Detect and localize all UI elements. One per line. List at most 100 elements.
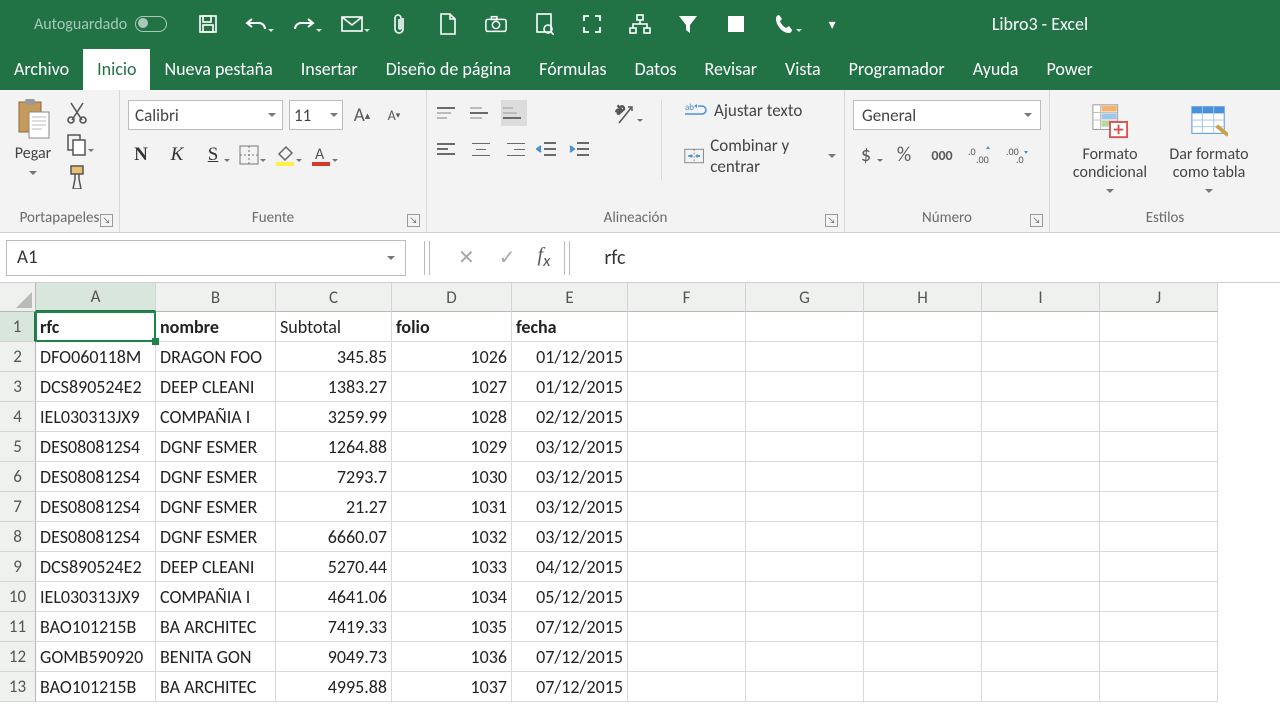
cell[interactable]: DCS890524E2 bbox=[36, 552, 156, 582]
decrease-decimal-icon[interactable]: .00.0 bbox=[1005, 142, 1031, 168]
cell[interactable]: 9049.73 bbox=[276, 642, 392, 672]
cell[interactable] bbox=[628, 582, 746, 612]
cell[interactable] bbox=[628, 432, 746, 462]
cell[interactable]: DES080812S4 bbox=[36, 522, 156, 552]
fill-handle[interactable] bbox=[152, 338, 159, 345]
cell[interactable]: DGNF ESMER bbox=[156, 432, 276, 462]
cell[interactable] bbox=[746, 372, 864, 402]
cut-icon[interactable] bbox=[64, 100, 90, 126]
cell[interactable] bbox=[864, 402, 982, 432]
format-as-table-button[interactable]: Dar formato como tabla bbox=[1162, 98, 1256, 199]
cell[interactable] bbox=[746, 432, 864, 462]
cell[interactable]: 4995.88 bbox=[276, 672, 392, 702]
fx-icon[interactable]: fx bbox=[538, 244, 551, 271]
cell[interactable] bbox=[982, 462, 1100, 492]
row-header[interactable]: 9 bbox=[0, 552, 36, 582]
cell[interactable]: DEEP CLEANI bbox=[156, 552, 276, 582]
cell[interactable]: rfc bbox=[36, 312, 156, 342]
row-header[interactable]: 2 bbox=[0, 342, 36, 372]
attach-icon[interactable] bbox=[389, 13, 411, 35]
cell[interactable]: 1034 bbox=[392, 582, 512, 612]
cell[interactable]: DRAGON FOO bbox=[156, 342, 276, 372]
col-header[interactable]: A bbox=[36, 283, 156, 312]
cell[interactable]: 5270.44 bbox=[276, 552, 392, 582]
cell[interactable]: 1033 bbox=[392, 552, 512, 582]
cell[interactable]: 1264.88 bbox=[276, 432, 392, 462]
orientation-icon[interactable]: ab bbox=[615, 102, 639, 128]
camera-icon[interactable] bbox=[485, 13, 507, 35]
cell[interactable]: COMPAÑIA I bbox=[156, 402, 276, 432]
name-box[interactable]: A1 bbox=[6, 240, 406, 276]
formula-input[interactable]: rfc bbox=[604, 246, 625, 270]
row-header[interactable]: 12 bbox=[0, 642, 36, 672]
cell[interactable] bbox=[864, 312, 982, 342]
cell[interactable]: GOMB590920 bbox=[36, 642, 156, 672]
cell[interactable]: BAO101215B bbox=[36, 612, 156, 642]
row-header[interactable]: 4 bbox=[0, 402, 36, 432]
tab-ayuda[interactable]: Ayuda bbox=[959, 49, 1033, 90]
redo-icon[interactable] bbox=[293, 13, 315, 35]
wrap-text-button[interactable]: ab Ajustar texto bbox=[684, 100, 836, 121]
dialog-launcher-icon[interactable]: ↘ bbox=[100, 214, 113, 227]
fullscreen-icon[interactable] bbox=[581, 13, 603, 35]
tab-inicio[interactable]: Inicio bbox=[83, 49, 150, 90]
row-header[interactable]: 6 bbox=[0, 462, 36, 492]
cell[interactable] bbox=[628, 372, 746, 402]
row-header[interactable]: 10 bbox=[0, 582, 36, 612]
borders-icon[interactable] bbox=[236, 142, 262, 168]
cell[interactable]: 6660.07 bbox=[276, 522, 392, 552]
cell[interactable] bbox=[746, 312, 864, 342]
tab-vista[interactable]: Vista bbox=[771, 49, 835, 90]
cell[interactable] bbox=[982, 372, 1100, 402]
tab-power[interactable]: Power bbox=[1032, 49, 1106, 90]
cell[interactable]: 3259.99 bbox=[276, 402, 392, 432]
format-painter-icon[interactable] bbox=[64, 164, 90, 190]
cell[interactable] bbox=[982, 492, 1100, 522]
shrink-font-icon[interactable]: A▾ bbox=[381, 102, 407, 128]
cell[interactable] bbox=[746, 492, 864, 522]
cell[interactable]: nombre bbox=[156, 312, 276, 342]
dialog-launcher-icon[interactable]: ↘ bbox=[825, 214, 838, 227]
cell[interactable] bbox=[864, 462, 982, 492]
hierarchy-icon[interactable] bbox=[629, 13, 651, 35]
cell[interactable] bbox=[628, 492, 746, 522]
cell[interactable]: 03/12/2015 bbox=[512, 492, 628, 522]
cell[interactable] bbox=[864, 372, 982, 402]
cell[interactable]: 21.27 bbox=[276, 492, 392, 522]
cell[interactable]: 02/12/2015 bbox=[512, 402, 628, 432]
cell[interactable] bbox=[628, 342, 746, 372]
autosave-toggle[interactable]: Autoguardado bbox=[34, 15, 167, 34]
cell[interactable] bbox=[1100, 342, 1218, 372]
cell[interactable] bbox=[982, 342, 1100, 372]
row-header[interactable]: 7 bbox=[0, 492, 36, 522]
cell[interactable] bbox=[1100, 522, 1218, 552]
col-header[interactable]: D bbox=[392, 283, 512, 312]
underline-button[interactable]: S bbox=[200, 142, 226, 168]
cell[interactable]: IEL030313JX9 bbox=[36, 582, 156, 612]
enter-icon[interactable]: ✓ bbox=[499, 245, 516, 270]
cell[interactable]: 1035 bbox=[392, 612, 512, 642]
cell[interactable] bbox=[1100, 492, 1218, 522]
cell[interactable] bbox=[864, 582, 982, 612]
col-header[interactable]: H bbox=[864, 283, 982, 312]
col-header[interactable]: E bbox=[512, 283, 628, 312]
cell[interactable] bbox=[746, 612, 864, 642]
cell[interactable]: 01/12/2015 bbox=[512, 372, 628, 402]
cell[interactable] bbox=[628, 522, 746, 552]
stop-icon[interactable] bbox=[725, 13, 747, 35]
cell[interactable]: 1029 bbox=[392, 432, 512, 462]
cell[interactable]: 03/12/2015 bbox=[512, 522, 628, 552]
tab-archivo[interactable]: Archivo bbox=[0, 49, 83, 90]
cell[interactable]: 4641.06 bbox=[276, 582, 392, 612]
cell[interactable] bbox=[982, 642, 1100, 672]
cell[interactable]: DFO060118M bbox=[36, 342, 156, 372]
cell[interactable]: DGNF ESMER bbox=[156, 492, 276, 522]
cell[interactable]: 7419.33 bbox=[276, 612, 392, 642]
phone-icon[interactable] bbox=[773, 13, 795, 35]
cell[interactable] bbox=[982, 402, 1100, 432]
resize-handle-icon[interactable] bbox=[424, 241, 430, 275]
tab-fórmulas[interactable]: Fórmulas bbox=[525, 49, 620, 90]
cell[interactable] bbox=[982, 312, 1100, 342]
cell[interactable]: DES080812S4 bbox=[36, 492, 156, 522]
cell[interactable]: Subtotal bbox=[276, 312, 392, 342]
